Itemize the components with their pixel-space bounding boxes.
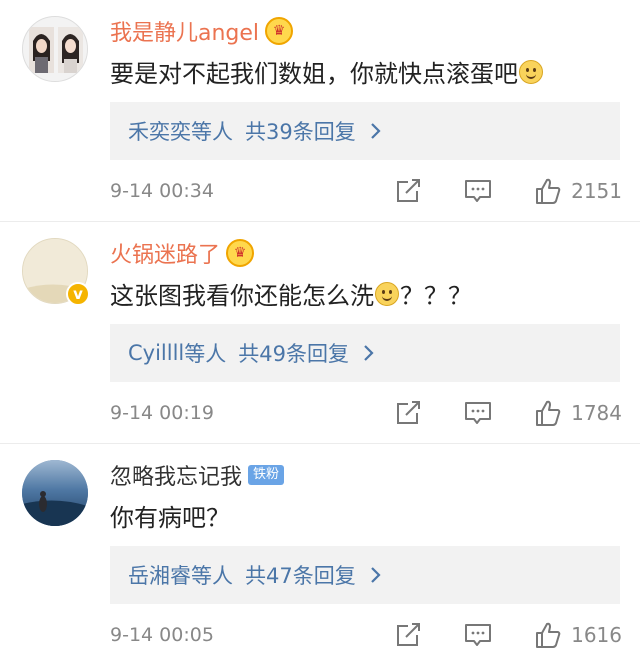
replies-link[interactable]: 岳湘睿 等人 共47条回复	[110, 546, 620, 604]
reply-users: 岳湘睿	[128, 564, 191, 588]
reply-users-suffix: 等人	[191, 120, 233, 144]
timestamp: 9-14 00:19	[110, 402, 214, 424]
reply-users-suffix: 等人	[191, 564, 233, 588]
like-count: 2151	[571, 179, 622, 203]
comment-icon[interactable]	[463, 176, 493, 206]
name-row: 火锅迷路了 ♛	[110, 236, 255, 270]
like-button[interactable]: 2151	[533, 176, 622, 206]
share-icon[interactable]	[393, 620, 423, 650]
timestamp: 9-14 00:05	[110, 624, 214, 646]
avatar-wrap[interactable]: v	[22, 238, 90, 306]
comment-text-body: 这张图我看你还能怎么洗	[110, 282, 374, 310]
chevron-right-icon	[370, 567, 381, 583]
comment-text-body: 你有病吧？	[110, 504, 230, 532]
comment-footer: 9-14 00:05 1616	[110, 606, 622, 664]
share-icon[interactable]	[393, 398, 423, 428]
reply-users: 禾奕奕	[128, 120, 191, 144]
comment-footer: 9-14 00:19 1784	[110, 384, 622, 442]
like-count: 1616	[571, 623, 622, 647]
thumbs-up-icon	[536, 622, 561, 648]
comment-icon[interactable]	[463, 620, 493, 650]
reply-count: 共49条回复	[238, 342, 349, 366]
avatar[interactable]	[22, 16, 88, 82]
comment-item: v 火锅迷路了 ♛ 这张图我看你还能怎么洗 ？？？ Cyillll 等人 共49…	[0, 221, 640, 443]
reply-count: 共47条回复	[245, 564, 356, 588]
comment-item: 我是静儿angel ♛ 要是对不起我们数姐，你就快点滚蛋吧 禾奕奕 等人 共39…	[0, 0, 640, 221]
reply-users-suffix: 等人	[184, 342, 227, 366]
comment-footer: 9-14 00:34 2151	[110, 162, 622, 220]
timestamp: 9-14 00:34	[110, 180, 214, 202]
username[interactable]: 火锅迷路了	[110, 237, 220, 269]
like-button[interactable]: 1616	[533, 620, 622, 650]
avatar-photo	[23, 17, 87, 81]
name-row: 忽略我忘记我 铁粉	[110, 458, 285, 492]
avatar-photo	[22, 460, 88, 526]
comment-text-tail: ？？？	[400, 282, 472, 310]
comment-text: 要是对不起我们数姐，你就快点滚蛋吧	[110, 54, 544, 89]
comment-text: 你有病吧？	[110, 498, 230, 533]
crown-icon: ♛	[265, 17, 294, 45]
username[interactable]: 我是静儿angel	[110, 15, 259, 47]
smiley-emoji-icon	[519, 59, 543, 84]
avatar[interactable]	[22, 460, 88, 526]
name-row: 我是静儿angel ♛	[110, 14, 294, 48]
thumbs-up-icon	[536, 178, 561, 204]
like-count: 1784	[571, 401, 622, 425]
comment-text-body: 要是对不起我们数姐，你就快点滚蛋吧	[110, 60, 518, 88]
fan-badge: 铁粉	[248, 465, 285, 485]
thumbs-up-icon	[536, 400, 561, 426]
comment-icon[interactable]	[463, 398, 493, 428]
share-icon[interactable]	[393, 176, 423, 206]
reply-count: 共39条回复	[245, 120, 356, 144]
comment-text: 这张图我看你还能怎么洗 ？？？	[110, 276, 472, 311]
comment-item: 忽略我忘记我 铁粉 你有病吧？ 岳湘睿 等人 共47条回复 9-14 00:05…	[0, 443, 640, 665]
like-button[interactable]: 1784	[533, 398, 622, 428]
crown-icon: ♛	[226, 239, 255, 267]
username[interactable]: 忽略我忘记我	[110, 459, 242, 491]
verified-badge-icon: v	[66, 282, 90, 306]
reply-users: Cyillll	[128, 341, 185, 365]
replies-link[interactable]: 禾奕奕 等人 共39条回复	[110, 102, 620, 160]
chevron-right-icon	[364, 345, 374, 361]
smiley-emoji-icon	[375, 281, 399, 306]
replies-link[interactable]: Cyillll 等人 共49条回复	[110, 324, 620, 382]
chevron-right-icon	[370, 123, 381, 139]
